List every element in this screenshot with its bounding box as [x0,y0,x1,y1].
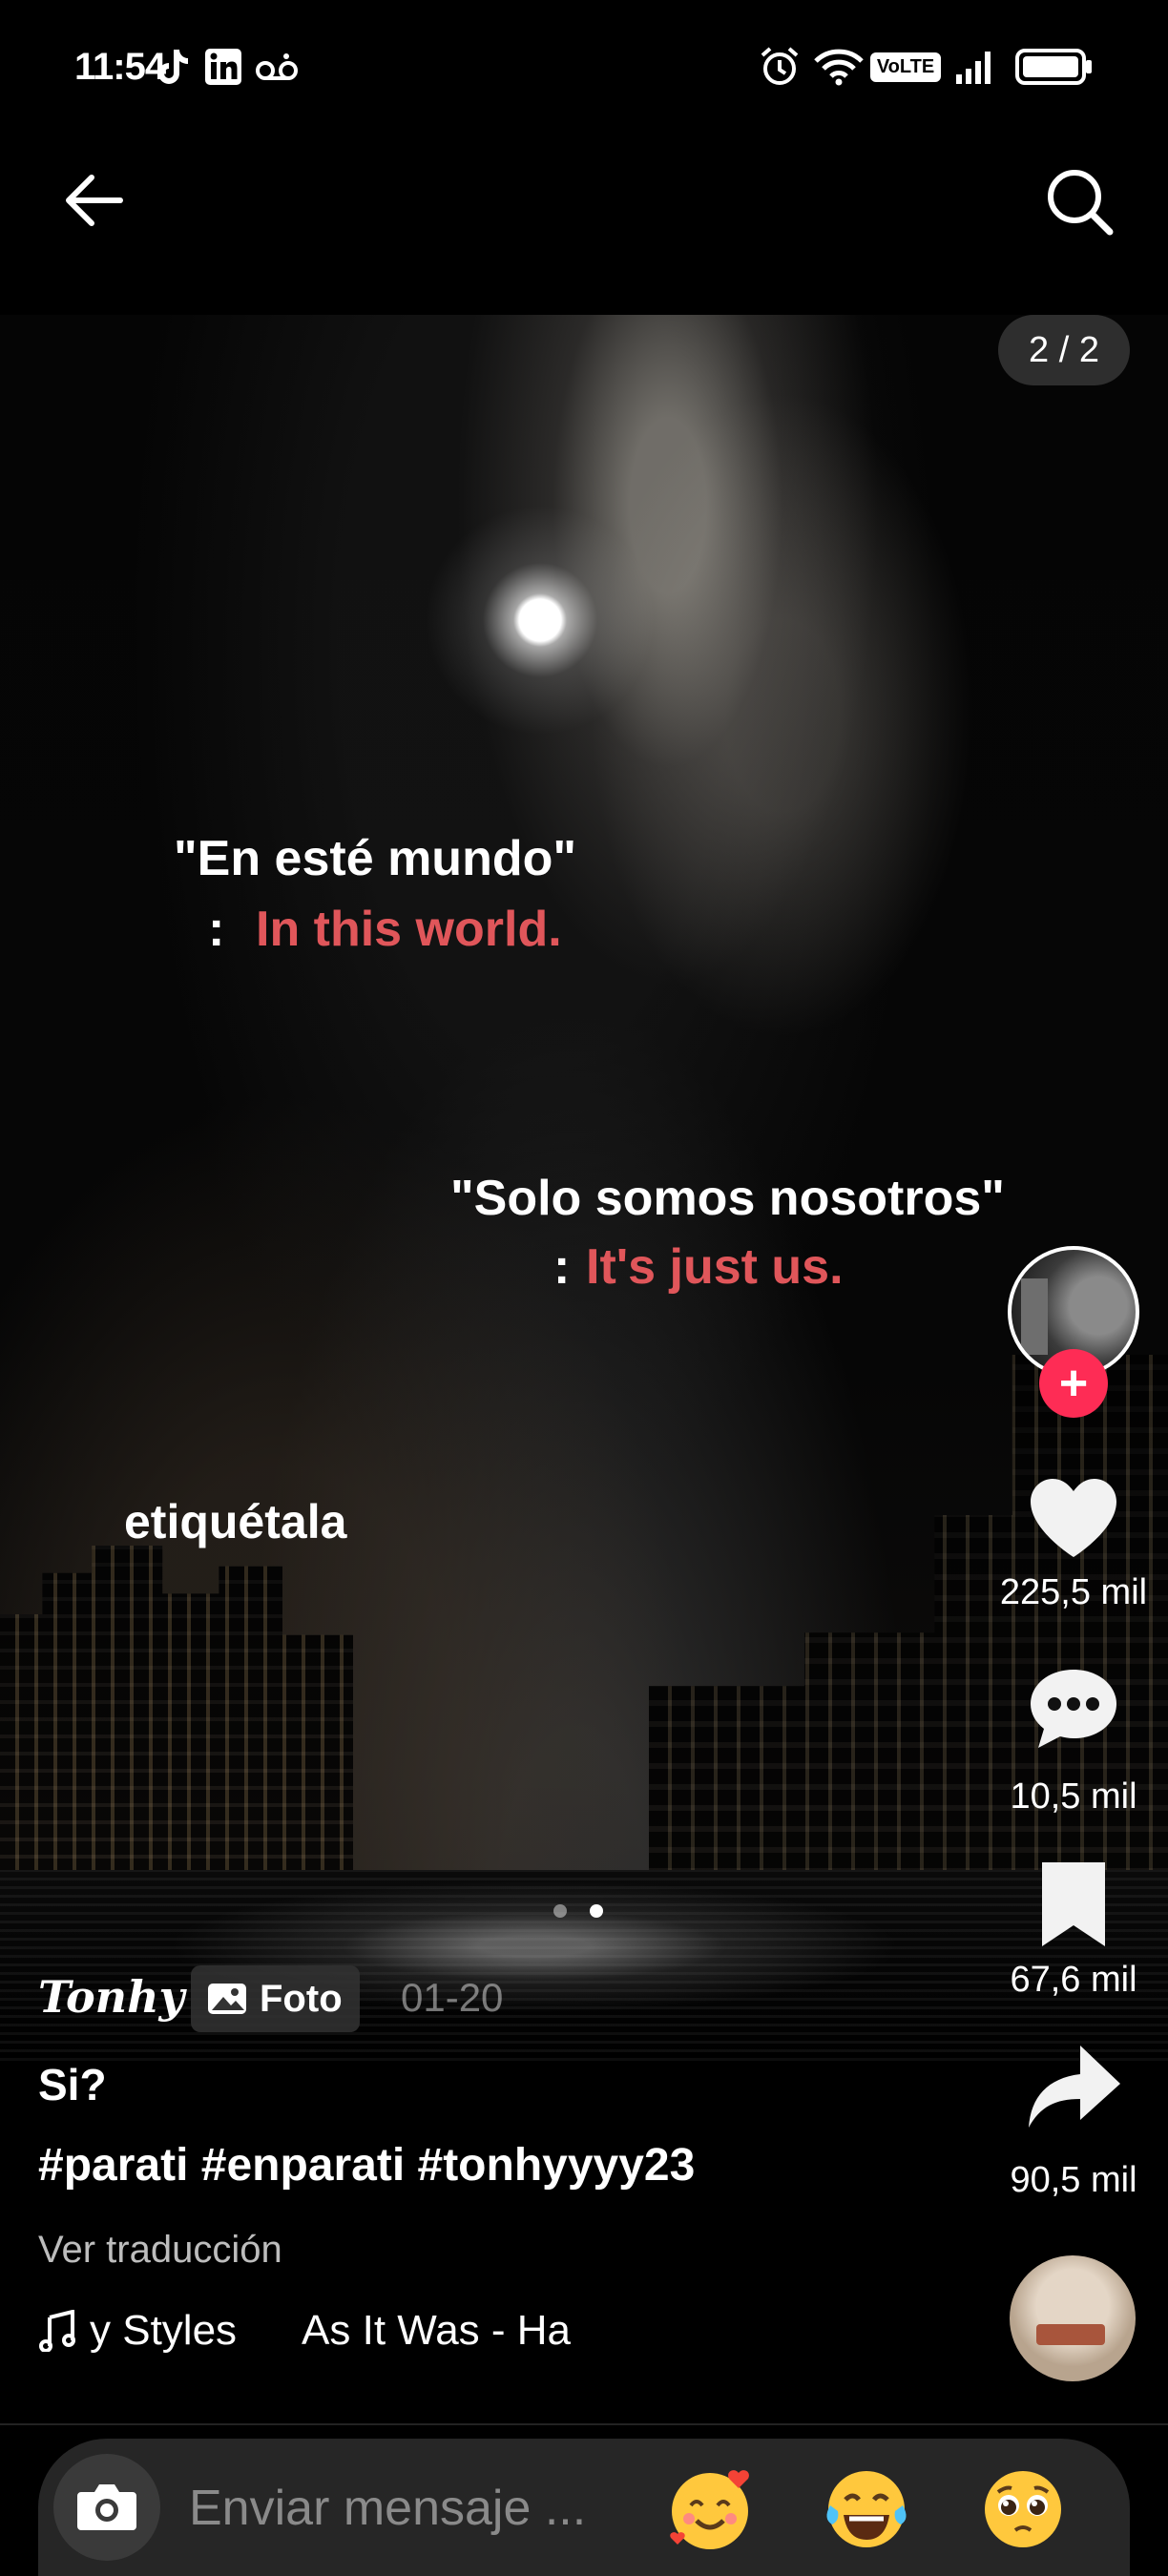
camera-button[interactable] [53,2454,160,2561]
comment-icon [1031,1670,1116,1748]
share-count: 90,5 mil [1010,2160,1137,2200]
like-count: 225,5 mil [999,1572,1148,1612]
music-note-icon [39,2310,75,2352]
voicemail-icon [254,46,300,88]
overlay-line1-spanish: "En esté mundo" [174,831,577,886]
search-icon [1048,170,1114,236]
overlay-line1-english: In this world. [256,902,562,957]
like-button[interactable] [1021,1465,1126,1570]
comment-count: 10,5 mil [1010,1776,1137,1817]
post-date: 01-20 [401,1975,504,2020]
smiling-hearts-emoji-button[interactable] [664,2463,756,2555]
linkedin-icon [202,46,244,88]
photo-badge: Foto [191,1965,360,2032]
save-count: 67,6 mil [1010,1960,1137,2000]
pleading-face-emoji-button[interactable] [977,2463,1069,2555]
tag-label: etiquétala [124,1495,347,1548]
music-artist: y Styles [90,2307,238,2354]
heart-icon [1031,1479,1116,1557]
battery-icon [1013,46,1095,88]
music-ticker[interactable]: y Styles As It Was - Ha [38,2307,601,2355]
arrow-left-icon [66,175,123,226]
share-button[interactable] [1021,2034,1126,2139]
carousel-dot-active[interactable] [590,1904,603,1918]
wifi-icon [813,46,865,88]
music-disc-avatar[interactable] [1010,2255,1136,2381]
message-input[interactable] [187,2479,630,2538]
follow-button[interactable]: + [1039,1349,1108,1418]
photo-badge-label: Foto [260,1977,343,2020]
status-bar: 11:54 VoLTE [0,0,1168,134]
post-title: Si? [38,2060,107,2109]
volte-icon: VoLTE [869,46,942,88]
overlay-line2-colon: : [553,1239,571,1295]
music-title: As It Was - Ha [302,2307,572,2354]
overlay-line1-colon: : [208,902,225,957]
image-icon [208,1984,246,2014]
volte-label: VoLTE [869,52,942,82]
creator-username[interactable]: Tonhy [38,1971,184,2023]
tears-of-joy-emoji-button[interactable] [821,2463,912,2555]
tiktok-icon [151,46,193,88]
overlay-line2-english: It's just us. [586,1239,844,1295]
save-button[interactable] [1021,1853,1126,1958]
comment-button[interactable] [1021,1658,1126,1763]
carousel-indicator [553,1904,603,1918]
search-button[interactable] [1040,162,1118,240]
back-button[interactable] [57,162,134,239]
camera-icon [77,2484,136,2530]
alarm-icon [758,46,802,88]
see-translation-link[interactable]: Ver traducción [38,2229,282,2272]
photo-counter: 2 / 2 [998,315,1130,385]
signal-icon [952,46,998,88]
overlay-line2-spanish: "Solo somos nosotros" [450,1171,1005,1226]
carousel-dot[interactable] [553,1904,567,1918]
divider [0,2423,1168,2425]
post-hashtags[interactable]: #parati #enparati #tonhyyyy23 [38,2139,695,2192]
share-arrow-icon [1029,2046,1120,2128]
bookmark-icon [1042,1862,1105,1946]
